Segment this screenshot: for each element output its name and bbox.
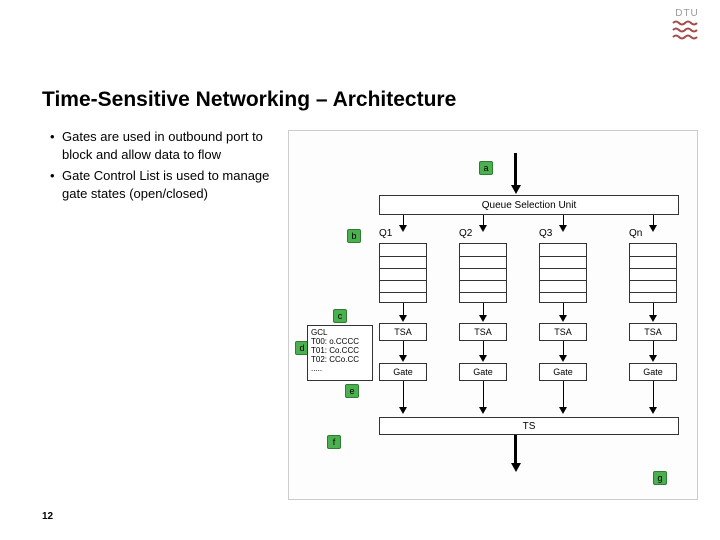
marker-f: f xyxy=(327,435,341,449)
gate-box: Gate xyxy=(459,363,507,381)
marker-c: c xyxy=(333,309,347,323)
queue-box xyxy=(629,243,677,303)
ts-box: TS xyxy=(379,417,679,435)
tsa-box: TSA xyxy=(629,323,677,341)
arrow-down-icon xyxy=(649,315,657,322)
arrow-line xyxy=(403,303,404,315)
arrow-down-icon xyxy=(399,315,407,322)
arrow-down-icon xyxy=(479,225,487,232)
tsa-box: TSA xyxy=(379,323,427,341)
queue-label: Qn xyxy=(629,228,642,239)
gcl-title: GCL xyxy=(311,328,369,337)
arrow-line xyxy=(483,381,484,407)
tsa-box: TSA xyxy=(459,323,507,341)
arrow-down-icon xyxy=(399,355,407,362)
arrow-line xyxy=(563,381,564,407)
arrow-line xyxy=(514,153,517,185)
arrow-down-icon xyxy=(649,355,657,362)
gate-box: Gate xyxy=(629,363,677,381)
page-number: 12 xyxy=(42,511,53,522)
arrow-down-icon xyxy=(479,407,487,414)
arrow-line xyxy=(483,303,484,315)
arrow-down-icon xyxy=(399,407,407,414)
arrow-line xyxy=(563,341,564,355)
arrow-down-icon xyxy=(649,225,657,232)
arrow-line xyxy=(403,215,404,225)
arrow-down-icon xyxy=(559,315,567,322)
marker-g: g xyxy=(653,471,667,485)
queue-box xyxy=(539,243,587,303)
arrow-line xyxy=(653,381,654,407)
arrow-line xyxy=(403,341,404,355)
marker-e: e xyxy=(345,384,359,398)
gate-box: Gate xyxy=(379,363,427,381)
arrow-line xyxy=(483,341,484,355)
bullet-item: Gate Control List is used to manage gate… xyxy=(50,167,280,202)
logo-text: DTU xyxy=(672,8,702,19)
arrow-line xyxy=(563,215,564,225)
arrow-down-icon xyxy=(559,355,567,362)
arrow-line xyxy=(403,381,404,407)
gcl-row: T00: o.CCCC xyxy=(311,337,369,346)
queue-label: Q3 xyxy=(539,228,552,239)
arrow-line xyxy=(483,215,484,225)
slide-title: Time-Sensitive Networking – Architecture xyxy=(42,88,456,112)
arrow-line xyxy=(653,303,654,315)
dtu-logo: DTU xyxy=(672,8,702,41)
gcl-row: ..... xyxy=(311,364,369,373)
queue-box xyxy=(459,243,507,303)
gcl-row: T02: CCo.CC xyxy=(311,355,369,364)
arrow-down-icon xyxy=(511,463,521,472)
arrow-down-icon xyxy=(399,225,407,232)
gate-box: Gate xyxy=(539,363,587,381)
arrow-line xyxy=(514,435,517,463)
arrow-down-icon xyxy=(649,407,657,414)
queue-label: Q1 xyxy=(379,228,392,239)
arrow-down-icon xyxy=(511,185,521,194)
queue-selection-unit: Queue Selection Unit xyxy=(379,195,679,215)
arrow-down-icon xyxy=(479,355,487,362)
logo-waves-icon xyxy=(672,19,702,41)
gcl-box: GCL T00: o.CCCC T01: Co.CCC T02: CCo.CC … xyxy=(307,325,373,381)
gcl-row: T01: Co.CCC xyxy=(311,346,369,355)
arrow-down-icon xyxy=(559,225,567,232)
architecture-diagram: a Queue Selection Unit b Q1 TSA Gate Q2 … xyxy=(288,130,698,500)
arrow-down-icon xyxy=(479,315,487,322)
bullet-list: Gates are used in outbound port to block… xyxy=(50,128,280,206)
marker-a: a xyxy=(479,161,493,175)
bullet-item: Gates are used in outbound port to block… xyxy=(50,128,280,163)
marker-b: b xyxy=(347,229,361,243)
arrow-down-icon xyxy=(559,407,567,414)
tsa-box: TSA xyxy=(539,323,587,341)
queue-label: Q2 xyxy=(459,228,472,239)
arrow-line xyxy=(653,341,654,355)
arrow-line xyxy=(653,215,654,225)
arrow-line xyxy=(563,303,564,315)
queue-box xyxy=(379,243,427,303)
